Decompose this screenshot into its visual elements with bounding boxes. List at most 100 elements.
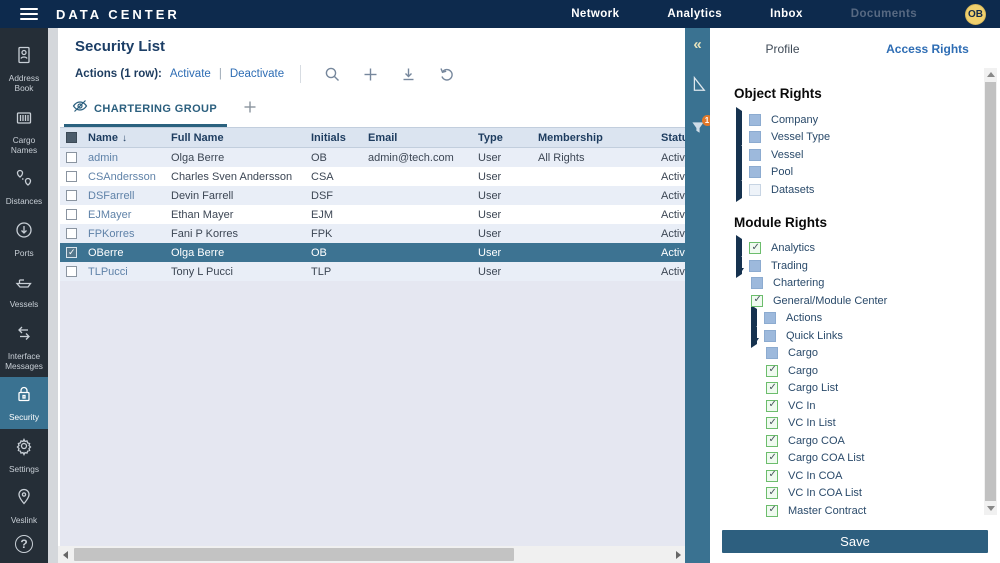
user-name-link[interactable]: TLPucci	[88, 266, 128, 278]
checkbox-partial[interactable]	[749, 131, 761, 143]
user-name-cell[interactable]: OBerre	[85, 247, 168, 259]
user-name-link[interactable]: DSFarrell	[88, 190, 134, 202]
avatar[interactable]: OB	[965, 4, 986, 25]
column-header-email[interactable]: Email	[365, 132, 475, 144]
add-icon[interactable]	[355, 66, 385, 83]
checkbox-checked[interactable]	[766, 400, 778, 412]
checkbox-partial[interactable]	[749, 149, 761, 161]
row-checkbox[interactable]	[66, 228, 77, 239]
sidebar-item-address-book[interactable]: Address Book	[0, 38, 48, 100]
scroll-right-icon[interactable]	[671, 551, 685, 559]
add-tab-icon[interactable]	[243, 100, 257, 127]
checkbox-partial[interactable]	[749, 114, 761, 126]
row-checkbox[interactable]	[66, 209, 77, 220]
user-name-link[interactable]: CSAndersson	[88, 171, 156, 183]
tree-expand-icon[interactable]	[736, 181, 742, 199]
sidebar-item-settings[interactable]: Settings	[0, 429, 48, 480]
sidebar-item-distances[interactable]: Distances	[0, 161, 48, 212]
checkbox-checked[interactable]	[766, 365, 778, 377]
checkbox-checked[interactable]	[766, 435, 778, 447]
sidebar-item-ports[interactable]: Ports	[0, 213, 48, 264]
tree-collapse-icon[interactable]	[736, 274, 744, 292]
filter-icon[interactable]: 1	[690, 120, 706, 141]
set-square-icon[interactable]	[689, 75, 707, 98]
checkbox-checked[interactable]	[766, 505, 778, 517]
user-name-link[interactable]: OBerre	[88, 247, 123, 259]
checkbox-partial[interactable]	[766, 347, 778, 359]
checkbox-partial[interactable]	[764, 330, 776, 342]
row-checkbox[interactable]	[66, 190, 77, 201]
user-name-link[interactable]: FPKorres	[88, 228, 134, 240]
menu-icon[interactable]	[20, 5, 38, 23]
search-icon[interactable]	[317, 66, 347, 83]
column-header-type[interactable]: Type	[475, 132, 535, 144]
scroll-thumb[interactable]	[74, 548, 514, 561]
user-name-cell[interactable]: EJMayer	[85, 209, 168, 221]
topnav-item-network[interactable]: Network	[571, 8, 619, 20]
tree-item-label: Actions	[786, 312, 822, 324]
column-header-membership[interactable]: Membership	[535, 132, 658, 144]
help-icon[interactable]: ?	[15, 535, 33, 553]
sidebar-item-interface-messages[interactable]: Interface Messages	[0, 316, 48, 378]
table-row[interactable]: FPKorresFani P KorresFPKUserActive	[60, 224, 685, 243]
row-checkbox[interactable]	[66, 266, 77, 277]
column-header-full-name[interactable]: Full Name	[168, 132, 308, 144]
user-name-cell[interactable]: FPKorres	[85, 228, 168, 240]
table-row[interactable]: CSAnderssonCharles Sven AnderssonCSAUser…	[60, 167, 685, 186]
checkbox-checked[interactable]	[766, 382, 778, 394]
sidebar-item-veslink[interactable]: Veslink	[0, 480, 48, 531]
checkbox-partial[interactable]	[749, 260, 761, 272]
checkbox-empty[interactable]	[749, 184, 761, 196]
activate-link[interactable]: Activate	[170, 68, 211, 80]
deactivate-link[interactable]: Deactivate	[230, 68, 284, 80]
sidebar-item-cargo-names[interactable]: Cargo Names	[0, 100, 48, 162]
row-checkbox[interactable]	[66, 152, 77, 163]
tree-collapse-icon[interactable]	[751, 344, 759, 362]
checkbox-checked[interactable]	[766, 452, 778, 464]
user-name-cell[interactable]: CSAndersson	[85, 171, 168, 183]
table-row[interactable]: OBerreOlga BerreOBUserActive	[60, 243, 685, 262]
checkbox-checked[interactable]	[749, 242, 761, 254]
user-name-link[interactable]: admin	[88, 152, 118, 164]
checkbox-checked[interactable]	[751, 295, 763, 307]
scroll-up-icon[interactable]	[984, 68, 997, 81]
user-name-cell[interactable]: TLPucci	[85, 266, 168, 278]
table-row[interactable]: DSFarrellDevin FarrellDSFUserActive	[60, 186, 685, 205]
vertical-scrollbar[interactable]	[984, 68, 997, 515]
column-header-status[interactable]: Status	[658, 132, 685, 144]
scroll-thumb[interactable]	[985, 82, 996, 501]
checkbox-partial[interactable]	[751, 277, 763, 289]
topnav-item-documents[interactable]: Documents	[851, 8, 917, 20]
collapse-panel-icon[interactable]: «	[693, 36, 701, 53]
checkbox-partial[interactable]	[764, 312, 776, 324]
sidebar-item-vessels[interactable]: Vessels	[0, 264, 48, 315]
save-button[interactable]: Save	[722, 530, 988, 553]
scroll-down-icon[interactable]	[984, 502, 997, 515]
table-row[interactable]: TLPucciTony L PucciTLPUserActive	[60, 262, 685, 281]
checkbox-checked[interactable]	[766, 417, 778, 429]
topnav-item-analytics[interactable]: Analytics	[667, 8, 722, 20]
column-header-initials[interactable]: Initials	[308, 132, 365, 144]
column-header-name[interactable]: Name↓	[85, 132, 168, 144]
user-name-link[interactable]: EJMayer	[88, 209, 131, 221]
download-icon[interactable]	[393, 66, 423, 83]
tab-chartering-group[interactable]: CHARTERING GROUP	[64, 95, 227, 127]
table-row[interactable]: EJMayerEthan MayerEJMUserActive	[60, 205, 685, 224]
user-name-cell[interactable]: DSFarrell	[85, 190, 168, 202]
user-name-cell[interactable]: admin	[85, 152, 168, 164]
panel-tab-profile[interactable]: Profile	[710, 42, 855, 56]
row-checkbox[interactable]	[66, 247, 77, 258]
undo-icon[interactable]	[431, 66, 461, 83]
checkbox-partial[interactable]	[749, 166, 761, 178]
select-all-checkbox[interactable]	[66, 132, 77, 143]
table-row[interactable]: adminOlga BerreOBadmin@tech.comUserAll R…	[60, 148, 685, 167]
row-checkbox[interactable]	[66, 171, 77, 182]
checkbox-checked[interactable]	[766, 487, 778, 499]
panel-tab-access-rights[interactable]: Access Rights	[855, 42, 1000, 56]
scroll-track[interactable]	[72, 548, 671, 561]
horizontal-scrollbar[interactable]	[58, 546, 685, 563]
sidebar-item-security[interactable]: Security	[0, 377, 48, 428]
topnav-item-inbox[interactable]: Inbox	[770, 8, 803, 20]
checkbox-checked[interactable]	[766, 470, 778, 482]
scroll-left-icon[interactable]	[58, 551, 72, 559]
